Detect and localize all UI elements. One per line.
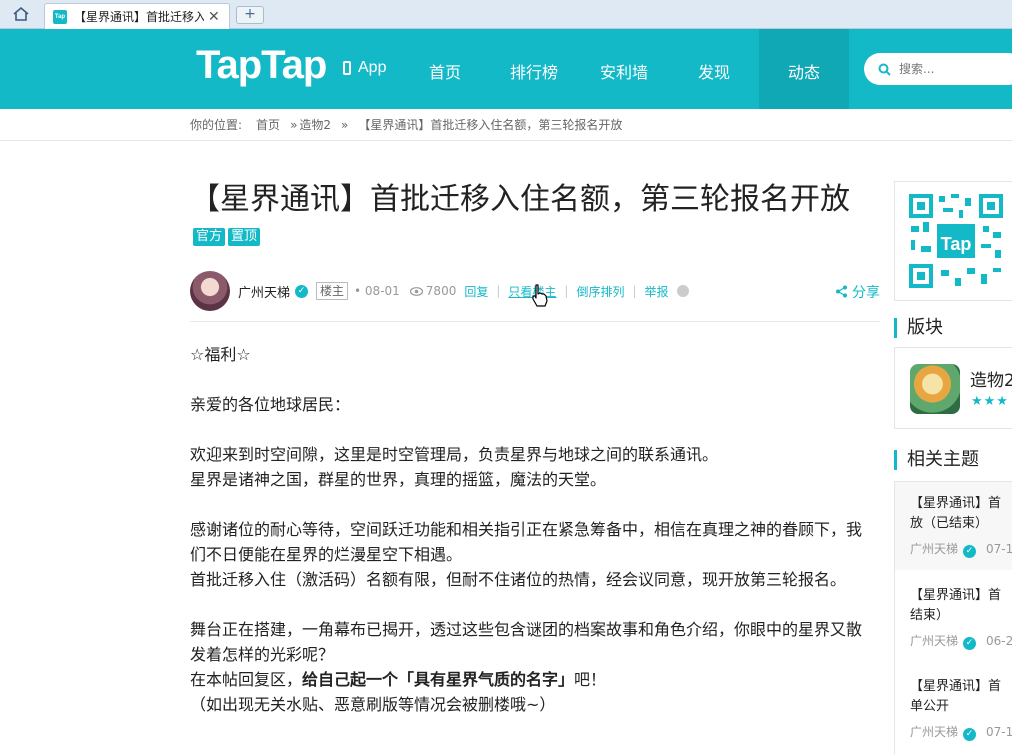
related-topic-date: 06-2 (986, 634, 1012, 648)
breadcrumb-separator: » (341, 117, 349, 132)
related-topic-title: 放（已结束） (910, 516, 989, 531)
breadcrumb-board[interactable]: 造物2 (299, 116, 331, 133)
breadcrumb-separator: » (290, 117, 298, 132)
body-paragraph: 首批迁移入住（激活码）名额有限，但耐不住诸位的热情，经会议同意，现开放第三轮报名… (190, 570, 847, 589)
divider: | (496, 284, 501, 298)
body-bold-text: 给自己起一个「具有星界气质的名字」 (302, 670, 575, 689)
body-paragraph: 舞台正在搭建，一角幕布已揭开，透过这些包含谜团的档案故事和角色介绍，你眼中的星界… (190, 620, 863, 664)
verified-icon: ✓ (963, 728, 977, 741)
related-topics-list: 【星界通讯】首 放（已结束） 广州天梯 ✓ 07-1 【星界通讯】首 结束） 广州天… (894, 481, 1012, 754)
nav-app-link[interactable]: App (343, 59, 386, 77)
related-topic-author: 广州天梯 (910, 634, 959, 648)
home-icon (13, 6, 29, 21)
breadcrumb-current: 【星界通讯】首批迁移入住名额，第三轮报名开放 (358, 118, 623, 132)
rating-stars: ★★★ (971, 394, 1009, 409)
browser-tab[interactable]: Tap 【星界通讯】首批迁移入 ✕ (44, 3, 230, 29)
body-paragraph: ☆福利☆ (190, 345, 251, 364)
related-topic-meta: 广州天梯 ✓ 06-2 (910, 632, 1012, 650)
body-paragraph: 亲爱的各位地球居民： (190, 395, 351, 414)
nav-item-ranking[interactable]: 排行榜 (510, 59, 558, 83)
nav-item-discover[interactable]: 发现 (698, 59, 730, 83)
verified-icon: ✓ (963, 545, 977, 558)
search-box[interactable] (864, 53, 1012, 85)
svg-text:Tap: Tap (941, 234, 972, 254)
body-paragraph: （如出现无关水贴、恶意刷版等情况会被删楼哦~） (190, 695, 556, 714)
body-text-span: 在本帖回复区， (190, 670, 303, 689)
board-heading: 版块 (894, 318, 943, 338)
avatar[interactable] (190, 271, 230, 311)
tag-pinned: 置顶 (228, 227, 261, 246)
phone-icon (343, 61, 351, 75)
eye-icon (409, 286, 423, 296)
search-icon (878, 63, 891, 76)
divider: | (632, 284, 637, 298)
body-paragraph: 感谢诸位的耐心等待，空间跃迁功能和相关指引正在紧急筹备中，相信在真理之神的眷顾下… (190, 520, 863, 564)
related-topic-item[interactable]: 【星界通讯】首 结束） 广州天梯 ✓ 06-2 (895, 574, 1012, 662)
reply-link[interactable]: 回复 (464, 283, 488, 300)
nav-item-home[interactable]: 首页 (429, 59, 461, 83)
related-topic-item[interactable]: 【星界通讯】首 放（已结束） 广州天梯 ✓ 07-1 (895, 482, 1012, 570)
post-body: ☆福利☆ 亲爱的各位地球居民： 欢迎来到时空间隙，这里是时空管理局，负责星界与地… (190, 342, 870, 717)
related-topic-author: 广州天梯 (910, 542, 959, 556)
author-name[interactable]: 广州天梯 (238, 282, 290, 301)
site-navbar: TapTap App 首页 排行榜 安利墙 发现 动态 (0, 29, 1012, 109)
reverse-order-link[interactable]: 倒序排列 (576, 283, 624, 300)
nav-item-recommend-wall[interactable]: 安利墙 (600, 59, 648, 83)
close-icon[interactable]: ✕ (208, 9, 220, 25)
report-link[interactable]: 举报 (645, 283, 669, 300)
body-paragraph: 在本帖回复区，给自己起一个「具有星界气质的名字」吧！ (190, 667, 870, 692)
breadcrumb-prefix: 你的位置: (190, 118, 243, 132)
related-topic-author: 广州天梯 (910, 725, 959, 739)
search-input[interactable] (899, 62, 1012, 76)
op-badge: 楼主 (316, 282, 349, 300)
related-topic-meta: 广州天梯 ✓ 07-1 (910, 723, 1012, 741)
view-count: 7800 (425, 284, 457, 298)
board-card[interactable]: 造物2 ★★★ (894, 347, 1012, 429)
related-topic-title: 【星界通讯】首 (910, 588, 1002, 603)
browser-tab-title: 【星界通讯】首批迁移入 (74, 10, 204, 24)
breadcrumb: 你的位置: 首页 » 造物2 » 【星界通讯】首批迁移入住名额，第三轮报名开放 (0, 109, 1012, 141)
post-date: • 08-01 (354, 284, 400, 298)
game-icon (910, 364, 960, 414)
meta-divider (190, 321, 880, 322)
new-tab-button[interactable]: + (236, 6, 264, 24)
related-topic-title: 单公开 (910, 699, 950, 714)
board-name: 造物2 (970, 371, 1012, 391)
share-icon (836, 285, 847, 298)
body-paragraph: 星界是诸神之国，群星的世界，真理的摇篮，魔法的天堂。 (190, 470, 607, 489)
browser-home-button[interactable] (8, 3, 34, 25)
qr-code-icon: Tap (907, 192, 1005, 290)
page-title: 【星界通讯】首批迁移入住名额，第三轮报名开放 (190, 182, 850, 217)
related-topic-title: 【星界通讯】首 (910, 679, 1002, 694)
body-paragraph: 欢迎来到时空间隙，这里是时空管理局，负责星界与地球之间的联系通讯。 (190, 445, 719, 464)
taptap-favicon-icon: Tap (53, 9, 67, 24)
nav-item-feed[interactable]: 动态 (788, 59, 820, 83)
related-heading: 相关主题 (894, 450, 979, 470)
share-button[interactable]: 分享 (835, 282, 880, 302)
related-topic-title: 【星界通讯】首 (910, 496, 1002, 511)
body-text-span: 吧！ (574, 670, 607, 689)
breadcrumb-home[interactable]: 首页 (256, 116, 280, 133)
share-label: 分享 (852, 285, 880, 301)
related-topic-item[interactable]: 【星界通讯】首 单公开 广州天梯 ✓ 07-1 (895, 665, 1012, 753)
tag-official: 官方 (193, 227, 226, 246)
verified-icon: ✓ (295, 284, 309, 298)
related-topic-meta: 广州天梯 ✓ 07-1 (910, 540, 1012, 558)
related-topic-date: 07-1 (986, 542, 1012, 556)
divider: | (564, 284, 569, 298)
taptap-logo[interactable]: TapTap (196, 43, 327, 88)
verified-icon: ✓ (963, 637, 977, 650)
browser-tab-strip: Tap 【星界通讯】首批迁移入 ✕ + (0, 0, 1012, 29)
related-topic-date: 07-1 (986, 725, 1012, 739)
related-topic-title: 结束） (910, 608, 950, 623)
app-qr-code: Tap (894, 181, 1012, 301)
post-title-block: 【星界通讯】首批迁移入住名额，第三轮报名开放官方 置顶 (190, 180, 880, 260)
more-options-icon[interactable] (676, 285, 689, 297)
nav-app-label: App (358, 59, 387, 76)
hand-cursor-icon (532, 284, 548, 307)
